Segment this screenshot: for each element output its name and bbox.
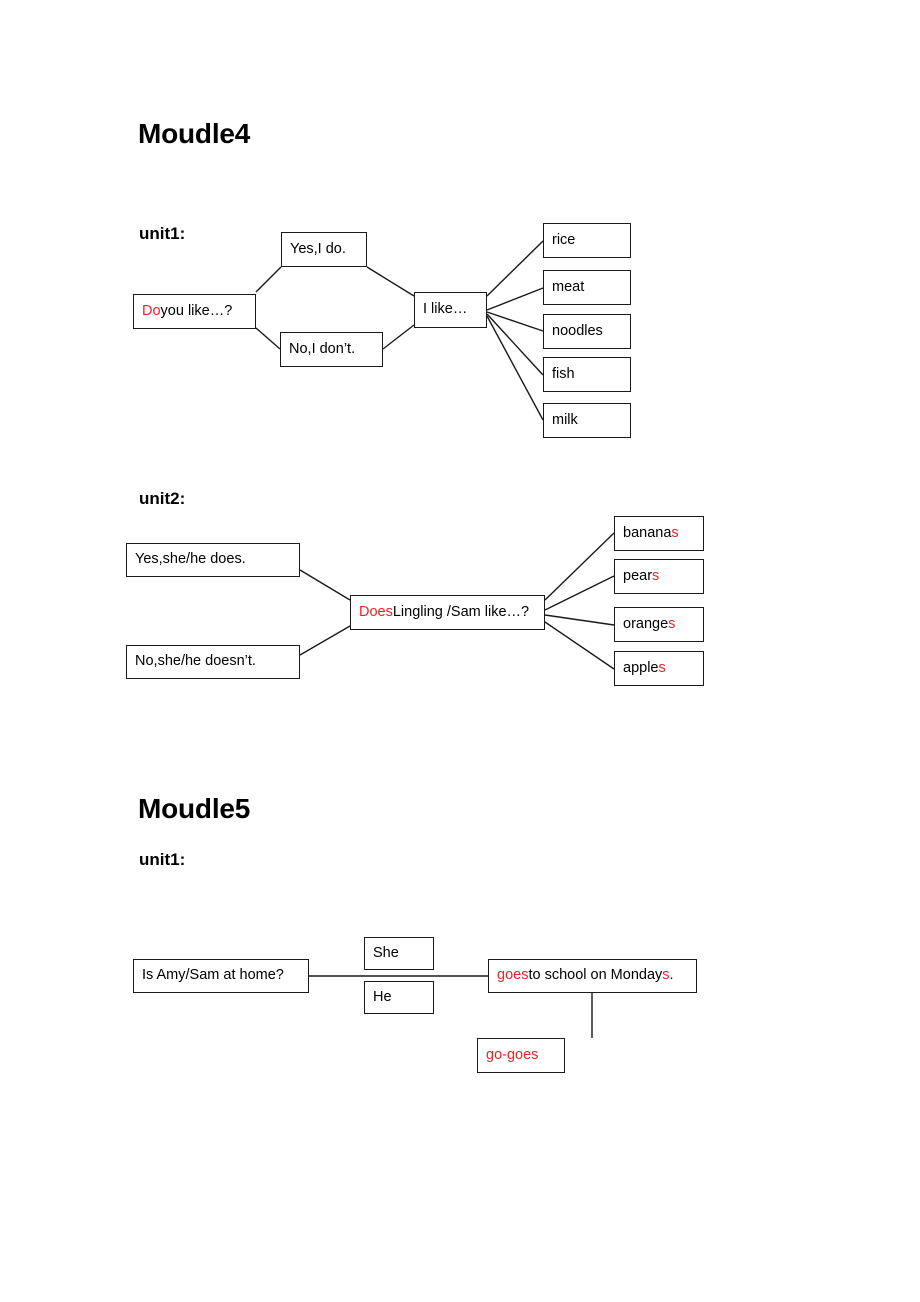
- question-black-text: you like…?: [160, 302, 233, 319]
- question-red-word: Do: [142, 302, 161, 319]
- unit-title-m4-unit1: unit1:: [139, 224, 186, 243]
- node-question-is-amy-sam-at-home[interactable]: Is Amy/Sam at home?: [133, 959, 309, 993]
- node-answer-no-she-he-doesnt[interactable]: No,she/he doesn’t.: [126, 645, 300, 679]
- node-food-milk[interactable]: milk: [543, 403, 631, 438]
- fruit-stem: banana: [623, 524, 672, 541]
- node-food-meat[interactable]: meat: [543, 270, 631, 305]
- fruit-plural-suffix: s: [668, 615, 676, 632]
- question-red-word: Does: [359, 603, 393, 620]
- node-answer-yes-i-do[interactable]: Yes,I do.: [281, 232, 367, 267]
- node-question-do-you-like[interactable]: Do you like…?: [133, 294, 256, 329]
- node-predicate-goes-to-school-on-mondays[interactable]: goes to school on Monday s.: [488, 959, 697, 993]
- node-food-rice[interactable]: rice: [543, 223, 631, 258]
- node-subject-he[interactable]: He: [364, 981, 434, 1014]
- predicate-black-text: to school on Monday: [528, 967, 663, 984]
- question-label: Is Amy/Sam at home?: [142, 967, 284, 984]
- predicate-period: .: [669, 967, 674, 984]
- node-answer-no-i-dont[interactable]: No,I don’t.: [280, 332, 383, 367]
- module-title-moudle4: Moudle4: [138, 118, 251, 149]
- food-item-label: fish: [552, 365, 575, 382]
- node-answer-yes-she-he-does[interactable]: Yes,she/he does.: [126, 543, 300, 577]
- answer-yes-label: Yes,I do.: [290, 240, 346, 257]
- fruit-plural-suffix: s: [652, 567, 660, 584]
- answer-no-label: No,I don’t.: [289, 340, 356, 357]
- node-subject-she[interactable]: She: [364, 937, 434, 970]
- node-food-noodles[interactable]: noodles: [543, 314, 631, 349]
- fruit-stem: apple: [623, 659, 659, 676]
- answer-yes-label: Yes,she/he does.: [135, 551, 246, 568]
- node-fruit-pears[interactable]: pear s: [614, 559, 704, 594]
- food-item-label: rice: [552, 231, 576, 248]
- node-food-fish[interactable]: fish: [543, 357, 631, 392]
- node-statement-i-like[interactable]: I like…: [414, 292, 487, 328]
- subject-label: He: [373, 988, 392, 1005]
- node-fruit-bananas[interactable]: banana s: [614, 516, 704, 551]
- fruit-plural-suffix: s: [658, 659, 666, 676]
- subject-label: She: [373, 944, 399, 961]
- node-fruit-oranges[interactable]: orange s: [614, 607, 704, 642]
- module-title-moudle5: Moudle5: [138, 793, 251, 824]
- fruit-plural-suffix: s: [671, 524, 679, 541]
- unit-title-m5-unit1: unit1:: [139, 850, 186, 869]
- predicate-red-verb: goes: [497, 967, 529, 984]
- node-fruit-apples[interactable]: apple s: [614, 651, 704, 686]
- predicate-plural-suffix: s: [662, 967, 670, 984]
- answer-no-label: No,she/he doesn’t.: [135, 653, 256, 670]
- node-question-does-lingling-sam-like[interactable]: Does Lingling /Sam like…?: [350, 595, 545, 630]
- statement-label: I like…: [423, 301, 468, 318]
- fruit-stem: orange: [623, 615, 669, 632]
- note-label: go-goes: [486, 1046, 539, 1063]
- document-page: Moudle4 unit1: Do you like…? Yes,I do. N…: [0, 0, 920, 1302]
- food-item-label: milk: [552, 411, 578, 428]
- food-item-label: noodles: [552, 322, 603, 339]
- food-item-label: meat: [552, 278, 585, 295]
- unit-title-m4-unit2: unit2:: [139, 489, 186, 508]
- node-note-go-goes[interactable]: go-goes: [477, 1038, 565, 1073]
- question-black-text: Lingling /Sam like…?: [392, 603, 530, 620]
- fruit-stem: pear: [623, 567, 653, 584]
